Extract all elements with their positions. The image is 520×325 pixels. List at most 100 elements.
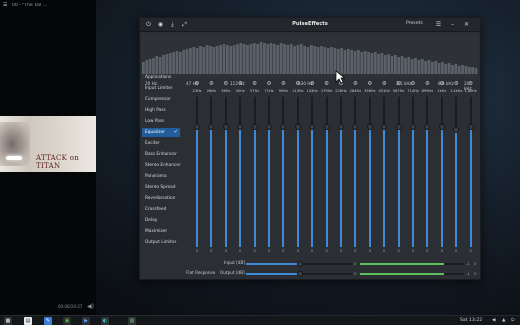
gear-icon[interactable]: ⚙ bbox=[438, 81, 446, 88]
gear-icon[interactable]: ⚙ bbox=[236, 81, 244, 88]
gear-icon[interactable]: ⚙ bbox=[279, 81, 287, 88]
sidebar-item-crossfeed[interactable]: Crossfeed bbox=[142, 205, 180, 214]
eq-band: ⚙ 899Hz 0 bbox=[420, 81, 434, 253]
desktop: ☰ 00 - "The Tail ... ATTACK on TITAN 00:… bbox=[0, 0, 520, 325]
power-menu-icon[interactable]: ⏻ bbox=[511, 318, 516, 323]
eq-band-frequency: 1.8kHz bbox=[464, 89, 477, 93]
spectrum-analyzer: 20 Hz 47 Hz 112 Hz 630 Hz 3.5 kHz 8.4 kH… bbox=[142, 34, 478, 91]
gear-icon[interactable]: ⚙ bbox=[366, 81, 374, 88]
sidebar-item-label: Reverberation bbox=[145, 196, 176, 201]
download-icon[interactable]: ⤓ bbox=[168, 20, 177, 29]
spectrum-bar bbox=[226, 45, 229, 74]
eq-band-value: 0 bbox=[267, 248, 271, 253]
spectrum-bar bbox=[273, 44, 276, 74]
eq-band-knob[interactable] bbox=[251, 124, 258, 130]
sidebar-item-reverberation[interactable]: Reverberation bbox=[142, 194, 180, 203]
files-icon[interactable]: ▤ bbox=[24, 317, 32, 325]
gear-icon[interactable]: ⚙ bbox=[265, 81, 273, 88]
eq-band: ⚙ 143Hz 0 bbox=[305, 81, 319, 253]
eq-band-knob[interactable] bbox=[467, 124, 474, 130]
browser-icon[interactable]: ◐ bbox=[101, 317, 109, 325]
app-menu-icon[interactable]: ▦ bbox=[4, 317, 12, 325]
bypass-icon[interactable]: ◉ bbox=[156, 20, 165, 29]
gear-icon[interactable]: ⚙ bbox=[380, 81, 388, 88]
sidebar-item-low-pass[interactable]: Low Pass bbox=[142, 117, 180, 126]
eq-band-knob[interactable] bbox=[208, 124, 215, 130]
minimize-icon[interactable]: – bbox=[448, 20, 457, 29]
sidebar-item-compressor[interactable]: Compressor bbox=[142, 95, 180, 104]
eq-band-fill bbox=[469, 127, 472, 247]
gear-icon[interactable]: ⚙ bbox=[452, 81, 460, 88]
eq-band-knob[interactable] bbox=[366, 124, 373, 130]
output-gain-knob[interactable] bbox=[297, 271, 303, 277]
input-gain-knob[interactable] bbox=[297, 261, 303, 267]
video-logo-text: ATTACK on TITAN bbox=[36, 154, 80, 170]
gear-icon[interactable]: ⚙ bbox=[207, 81, 215, 88]
hamburger-menu-icon[interactable]: ☰ bbox=[434, 20, 443, 29]
sidebar-item-stereo-spread[interactable]: Stereo Spread bbox=[142, 183, 180, 192]
eq-band-knob[interactable] bbox=[438, 124, 445, 130]
sidebar-item-bass-enhancer[interactable]: Bass Enhancer bbox=[142, 150, 180, 159]
presets-button[interactable]: Presets bbox=[406, 21, 423, 26]
spectrum-bar bbox=[162, 55, 165, 74]
volume-icon[interactable]: ◀) bbox=[87, 303, 94, 310]
sidebar-item-label: Applications bbox=[145, 75, 172, 80]
sidebar-item-applications[interactable]: Applications bbox=[142, 73, 180, 82]
eq-band-knob[interactable] bbox=[266, 124, 272, 130]
terminal-icon[interactable]: ▣ bbox=[63, 317, 71, 325]
menu-icon[interactable]: ☰ bbox=[3, 3, 8, 8]
gear-icon[interactable]: ⚙ bbox=[294, 81, 302, 88]
eq-band-knob[interactable] bbox=[323, 124, 330, 130]
eq-band: ⚙ 1.4kHz 0 bbox=[449, 81, 463, 253]
eq-band-knob[interactable] bbox=[381, 124, 388, 130]
eq-band-knob[interactable] bbox=[194, 124, 200, 130]
eq-band-knob[interactable] bbox=[222, 124, 229, 130]
sidebar-item-input-limiter[interactable]: Input Limiter bbox=[142, 84, 180, 93]
sidebar-item-delay[interactable]: Delay bbox=[142, 216, 180, 225]
gear-icon[interactable]: ⚙ bbox=[251, 81, 259, 88]
sidebar-item-output-limiter[interactable]: Output Limiter bbox=[142, 238, 180, 247]
gear-icon[interactable]: ⚙ bbox=[423, 81, 431, 88]
spectrum-bar bbox=[397, 57, 401, 74]
eq-band-knob[interactable] bbox=[280, 124, 287, 130]
flat-response-button[interactable]: Flat Response bbox=[186, 270, 215, 275]
eq-band-knob[interactable] bbox=[453, 127, 460, 133]
sidebar-item-maximizer[interactable]: Maximizer bbox=[142, 227, 180, 236]
close-icon[interactable]: ✕ bbox=[462, 20, 471, 29]
sidebar-item-equalizer[interactable]: Equalizer ✓ bbox=[142, 128, 180, 137]
spectrum-bar bbox=[441, 62, 444, 74]
eq-band-knob[interactable] bbox=[424, 124, 431, 130]
spectrum-bar bbox=[239, 43, 243, 74]
sidebar-item-panorama[interactable]: Panorama bbox=[142, 172, 180, 181]
spectrum-bar bbox=[357, 50, 360, 74]
gear-icon[interactable]: ⚙ bbox=[222, 81, 230, 88]
eq-band-knob[interactable] bbox=[294, 124, 301, 130]
gear-icon[interactable]: ⚙ bbox=[308, 81, 316, 88]
gear-icon[interactable]: ⚙ bbox=[323, 81, 331, 88]
eq-band-knob[interactable] bbox=[237, 124, 244, 130]
eq-band-knob[interactable] bbox=[309, 124, 316, 130]
gear-icon[interactable]: ⚙ bbox=[409, 81, 417, 88]
sidebar-item-high-pass[interactable]: High Pass bbox=[142, 106, 180, 115]
volume-icon[interactable]: ◀ bbox=[492, 318, 497, 323]
eq-band-knob[interactable] bbox=[410, 124, 416, 130]
gear-icon[interactable]: ⚙ bbox=[351, 81, 359, 88]
output-gain-value: 0 bbox=[354, 271, 357, 276]
sidebar-item-label: Delay bbox=[145, 218, 158, 223]
network-icon[interactable]: ▲ bbox=[502, 318, 507, 323]
gear-icon[interactable]: ⚙ bbox=[193, 81, 201, 88]
sidebar-item-stereo-enhancer[interactable]: Stereo Enhancer bbox=[142, 161, 181, 170]
text-editor-icon[interactable]: ✎ bbox=[44, 317, 52, 325]
video-frame[interactable]: ATTACK on TITAN bbox=[0, 116, 96, 172]
clock[interactable]: Sat 13:22 bbox=[460, 318, 482, 323]
pulseeffects-taskbar-icon[interactable]: ▥ bbox=[128, 317, 136, 325]
sidebar-item-exciter[interactable]: Exciter bbox=[142, 139, 180, 148]
media-player-icon[interactable]: ▶ bbox=[82, 317, 90, 325]
eq-band-knob[interactable] bbox=[338, 124, 344, 130]
gear-icon[interactable]: ⚙ bbox=[395, 81, 403, 88]
power-icon[interactable]: ⏻ bbox=[144, 20, 153, 29]
eq-band-knob[interactable] bbox=[395, 124, 402, 130]
gear-icon[interactable]: ⚙ bbox=[467, 81, 475, 88]
eq-band-knob[interactable] bbox=[352, 124, 359, 130]
expand-icon[interactable]: ⤢ bbox=[180, 20, 189, 29]
